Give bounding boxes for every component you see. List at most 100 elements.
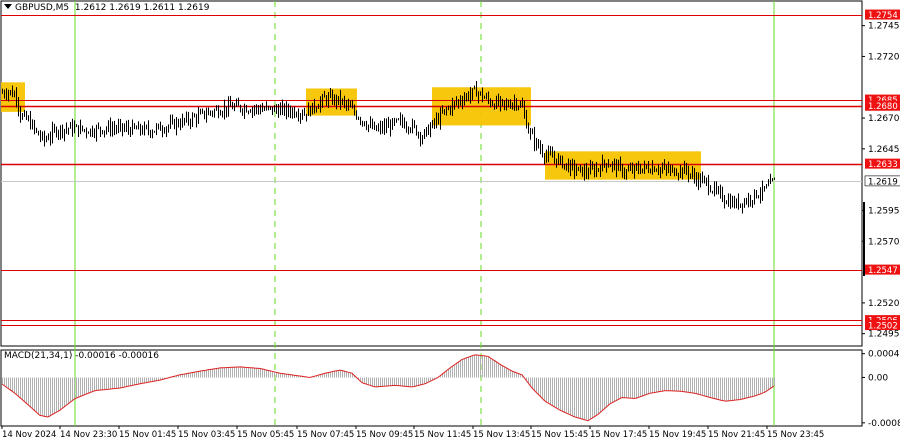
candle-body <box>562 157 563 168</box>
candle-body <box>142 130 143 133</box>
scale-marker <box>863 202 865 276</box>
candle-body <box>34 122 35 129</box>
candle-body <box>642 168 643 173</box>
macd-tick-label: 0.00045 <box>868 350 900 360</box>
candle-body <box>390 124 391 130</box>
candle-body <box>18 100 19 110</box>
candle-body <box>652 167 653 173</box>
candle-body <box>16 94 17 101</box>
candle-body <box>752 200 753 202</box>
candle-body <box>158 124 159 127</box>
candle-body <box>198 113 199 121</box>
chart-header: GBPUSD,M5 1.2612 1.2619 1.2611 1.2619 <box>4 3 209 13</box>
candle-body <box>374 125 375 129</box>
candle-body <box>82 125 83 130</box>
candle-body <box>282 105 283 109</box>
candle-body <box>732 200 733 207</box>
candle-body <box>506 103 507 105</box>
candle-body <box>556 158 557 164</box>
candle-body <box>272 106 273 112</box>
x-tick-label: 15 Nov 05:45 <box>237 430 294 440</box>
candle-body <box>54 128 55 130</box>
candle-body <box>48 138 49 140</box>
candle-body <box>262 109 263 112</box>
level-price-label: 1.2754 <box>868 11 898 21</box>
highlight-box <box>306 88 357 116</box>
candle-body <box>394 119 395 122</box>
candle-body <box>526 114 527 128</box>
candle-body <box>226 106 227 112</box>
candle-body <box>70 124 71 129</box>
candle-body <box>320 101 321 108</box>
candle-body <box>746 200 747 203</box>
candle-body <box>376 125 377 131</box>
candle-body <box>116 128 117 130</box>
candle-body <box>14 94 15 97</box>
candle-body <box>234 105 235 109</box>
y-tick-label: 1.2720 <box>868 52 900 62</box>
candle-body <box>392 119 393 130</box>
candle-body <box>522 104 523 107</box>
candle-body <box>646 165 647 168</box>
macd-tick-label: -0.00086 <box>868 419 900 429</box>
candle-body <box>474 86 475 89</box>
candle-body <box>668 168 669 171</box>
candle-body <box>598 168 599 170</box>
candle-body <box>564 164 565 168</box>
candle-body <box>508 103 509 106</box>
candle-body <box>200 112 201 114</box>
x-tick-label: 15 Nov 11:45 <box>414 430 471 440</box>
candle-body <box>218 108 219 115</box>
y-tick-label: 1.2595 <box>868 206 900 216</box>
candle-body <box>86 129 87 133</box>
candle-body <box>616 162 617 171</box>
candle-body <box>146 125 147 127</box>
candle-body <box>434 121 435 124</box>
candle-body <box>524 106 525 115</box>
x-tick-label: 15 Nov 13:45 <box>473 430 530 440</box>
candle-body <box>748 197 749 203</box>
candle-body <box>538 140 539 147</box>
candle-body <box>382 125 383 130</box>
candle-body <box>42 133 43 138</box>
candle-body <box>452 103 453 111</box>
candle-body <box>450 107 451 111</box>
candle-body <box>766 185 767 189</box>
candle-body <box>98 127 99 129</box>
candle-body <box>228 102 229 112</box>
dropdown-triangle-icon[interactable] <box>4 4 12 9</box>
candle-body <box>518 106 519 108</box>
candle-body <box>150 131 151 135</box>
candle-body <box>58 132 59 135</box>
candle-body <box>160 124 161 131</box>
candle-body <box>674 168 675 175</box>
candle-body <box>88 132 89 134</box>
candle-body <box>220 114 221 116</box>
candle-body <box>592 166 593 169</box>
x-tick-label: 14 Nov 23:30 <box>60 430 117 440</box>
candle-body <box>252 109 253 113</box>
candle-body <box>372 123 373 129</box>
current-price-label: 1.2619 <box>868 177 898 187</box>
candle-body <box>722 191 723 201</box>
candle-body <box>716 186 717 191</box>
candle-body <box>772 179 773 181</box>
candle-body <box>444 109 445 113</box>
candle-body <box>366 125 367 128</box>
candle-body <box>742 203 743 207</box>
candle-body <box>132 124 133 134</box>
candle-body <box>2 92 3 94</box>
candle-body <box>128 126 129 130</box>
candle-body <box>138 125 139 130</box>
candle-body <box>590 166 591 174</box>
candle-body <box>600 168 601 171</box>
candle-body <box>308 107 309 116</box>
candle-body <box>718 190 719 192</box>
symbol-timeframe: GBPUSD,M5 <box>15 3 70 13</box>
candle-body <box>154 131 155 133</box>
candle-body <box>466 94 467 99</box>
candle-body <box>624 173 625 175</box>
candle-body <box>670 169 671 171</box>
candle-body <box>656 170 657 172</box>
candle-body <box>74 126 75 132</box>
